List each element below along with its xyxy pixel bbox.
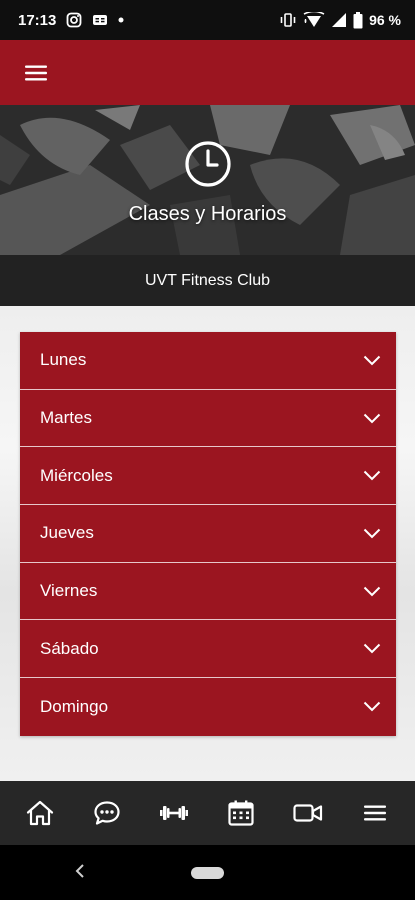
chevron-down-icon xyxy=(362,466,382,486)
day-label: Jueves xyxy=(40,523,94,543)
signal-icon xyxy=(331,12,347,28)
hero-banner: Clases y Horarios xyxy=(0,105,415,255)
app-bar xyxy=(0,40,415,105)
battery-level: 96 % xyxy=(369,12,401,28)
day-item-miercoles[interactable]: Miércoles xyxy=(20,447,396,506)
bottom-nav xyxy=(0,781,415,845)
home-gesture-pill[interactable] xyxy=(191,867,224,879)
chevron-down-icon xyxy=(362,639,382,659)
day-item-jueves[interactable]: Jueves xyxy=(20,505,396,563)
day-label: Viernes xyxy=(40,581,98,601)
club-name: UVT Fitness Club xyxy=(144,271,271,289)
chevron-down-icon xyxy=(362,350,382,370)
status-time: 17:13 xyxy=(18,11,57,29)
day-accordion: Lunes Martes Miércoles Jueves Viernes Sá… xyxy=(20,332,396,736)
day-item-lunes[interactable]: Lunes xyxy=(20,332,396,390)
chat-icon[interactable] xyxy=(85,791,129,835)
wifi-icon xyxy=(303,12,325,28)
page-title: Clases y Horarios xyxy=(128,203,287,225)
caption-icon xyxy=(92,13,108,27)
chevron-down-icon xyxy=(362,697,382,717)
content-area: Lunes Martes Miércoles Jueves Viernes Sá… xyxy=(0,306,415,781)
day-label: Sábado xyxy=(40,638,99,658)
dot-icon xyxy=(118,17,124,23)
day-item-martes[interactable]: Martes xyxy=(20,390,396,448)
home-icon[interactable] xyxy=(18,791,62,835)
day-item-sabado[interactable]: Sábado xyxy=(20,620,396,679)
chevron-down-icon xyxy=(362,408,382,428)
status-bar: 17:13 96 % xyxy=(0,0,415,40)
system-nav-bar xyxy=(0,845,415,900)
video-icon[interactable] xyxy=(286,791,330,835)
instagram-icon xyxy=(66,12,82,28)
dumbbell-icon[interactable] xyxy=(152,791,196,835)
vibrate-icon xyxy=(279,13,297,27)
battery-icon xyxy=(353,11,363,29)
chevron-down-icon xyxy=(362,581,382,601)
day-label: Domingo xyxy=(40,696,109,716)
day-label: Miércoles xyxy=(40,465,113,485)
calendar-icon[interactable] xyxy=(219,791,263,835)
chevron-down-icon xyxy=(362,523,382,543)
day-label: Martes xyxy=(40,408,92,428)
clock-icon xyxy=(184,140,232,193)
back-icon[interactable] xyxy=(70,859,90,883)
hamburger-menu-icon[interactable] xyxy=(22,59,50,87)
day-label: Lunes xyxy=(40,350,87,370)
menu-icon[interactable] xyxy=(353,791,397,835)
day-item-viernes[interactable]: Viernes xyxy=(20,563,396,621)
club-name-bar: UVT Fitness Club xyxy=(0,255,415,306)
day-item-domingo[interactable]: Domingo xyxy=(20,678,396,736)
